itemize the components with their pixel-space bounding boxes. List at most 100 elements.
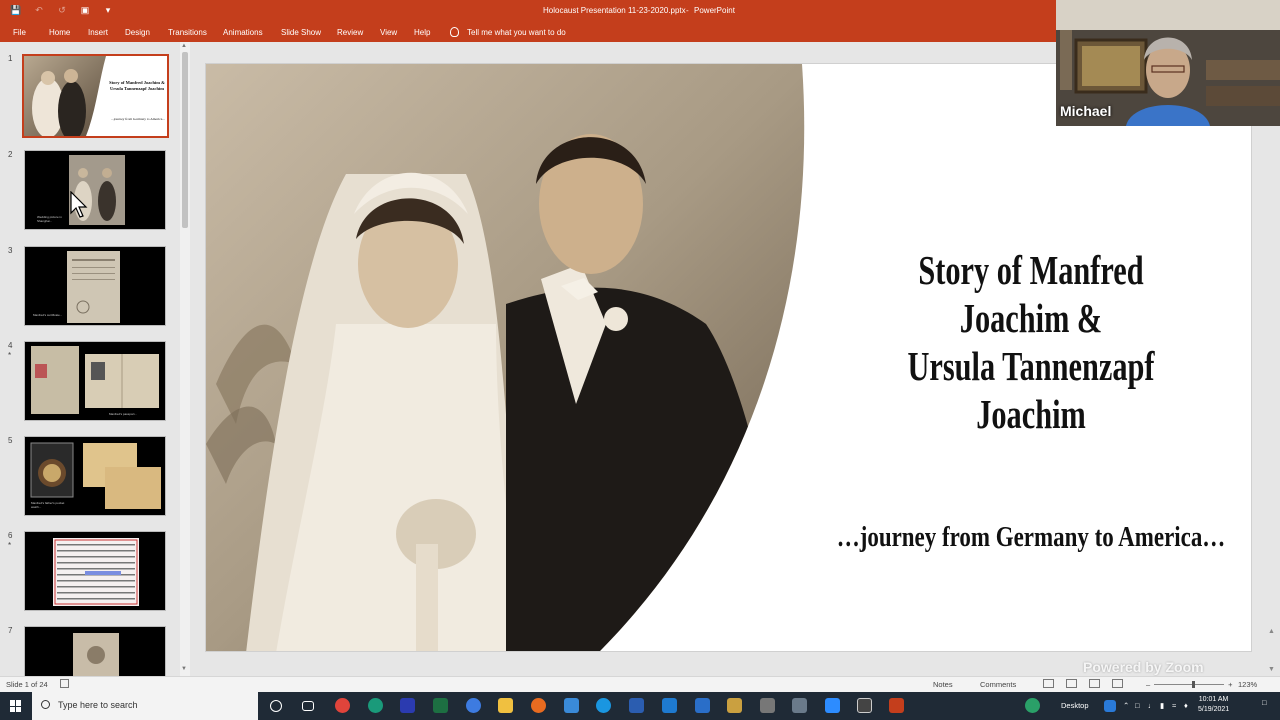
edit-scroll-up-icon[interactable]: ▲ xyxy=(1268,628,1275,635)
undo-icon[interactable]: ↶ xyxy=(33,4,45,16)
tab-review[interactable]: Review xyxy=(337,28,363,37)
reading-view-icon[interactable] xyxy=(1089,679,1100,688)
tab-help[interactable]: Help xyxy=(414,28,430,37)
thumbnail-slide-3[interactable]: Manfred's certificate... xyxy=(24,246,166,326)
slide-number: 3 xyxy=(8,246,13,255)
cortana-icon[interactable] xyxy=(270,700,282,712)
store-icon[interactable] xyxy=(662,698,677,713)
tab-transitions[interactable]: Transitions xyxy=(168,28,207,37)
windows-start-icon[interactable] xyxy=(10,700,22,712)
screenshot-icon[interactable] xyxy=(792,698,807,713)
word-icon[interactable] xyxy=(596,698,611,713)
animation-star-icon: * xyxy=(8,351,12,360)
tab-file[interactable]: File xyxy=(13,28,26,37)
tab-home[interactable]: Home xyxy=(49,28,70,37)
customize-qat-icon[interactable]: ▾ xyxy=(102,4,114,16)
tab-insert[interactable]: Insert xyxy=(88,28,108,37)
wifi-icon[interactable]: ≈ xyxy=(1172,701,1176,710)
zoom-slider-control[interactable]: – + xyxy=(1146,680,1233,689)
clock-date: 5/19/2021 xyxy=(1198,706,1230,713)
quick-access-toolbar: 💾 ↶ ↺ ▣ ▾ xyxy=(10,4,114,16)
scrollbar-thumb[interactable] xyxy=(182,52,188,228)
zoom-icon[interactable] xyxy=(825,698,840,713)
thumbnail-5-caption: Manfred's father's pocket watch... xyxy=(31,501,65,509)
snipping-tool-icon[interactable] xyxy=(857,698,872,713)
thumbnail-2-caption: Wedding picture in Shanghai... xyxy=(37,215,62,223)
tab-view[interactable]: View xyxy=(380,28,397,37)
thumbnail-slide-7[interactable] xyxy=(24,626,166,676)
thumbnail-slide-6[interactable] xyxy=(24,531,166,611)
thumbnail-7-art xyxy=(25,627,165,676)
excel-icon[interactable] xyxy=(433,698,448,713)
edge-icon[interactable] xyxy=(368,698,383,713)
normal-view-icon[interactable] xyxy=(1043,679,1054,688)
current-slide[interactable]: Story of Manfred Joachim & Ursula Tannen… xyxy=(205,63,1252,652)
slide-number: 2 xyxy=(8,150,13,159)
thumbnail-slide-1[interactable]: Story of Manfred Joachim & Ursula Tannen… xyxy=(22,54,169,138)
file-explorer-icon[interactable] xyxy=(498,698,513,713)
save-icon[interactable]: 💾 xyxy=(10,4,22,16)
clock-time: 10:01 AM xyxy=(1198,696,1229,703)
zoom-video-tile[interactable]: Michael xyxy=(1056,0,1280,126)
thumbnail-1-subtitle: ...journey from Germany to America... xyxy=(111,117,165,121)
tell-me-box[interactable]: Tell me what you want to do xyxy=(450,27,566,37)
system-clock[interactable]: 10:01 AM 5/19/2021 xyxy=(1198,695,1229,715)
thumbnail-6-art xyxy=(25,532,165,610)
zoom-out-icon[interactable]: – xyxy=(1146,680,1150,689)
slide-subtitle[interactable]: …journey from Germany to America… xyxy=(830,522,1232,554)
teams-icon[interactable] xyxy=(400,698,415,713)
tray-chevron-icon[interactable]: ⌃ xyxy=(1123,701,1129,710)
slide-number: 7 xyxy=(8,626,13,635)
animation-star-icon: * xyxy=(8,541,12,550)
scroll-up-icon[interactable]: ▲ xyxy=(181,43,187,49)
slide-title[interactable]: Story of Manfred Joachim & Ursula Tannen… xyxy=(879,246,1182,438)
thumbnail-scrollbar[interactable]: ▲ ▼ xyxy=(180,42,190,676)
title-separator: - xyxy=(686,6,689,15)
lightbulb-icon xyxy=(450,27,459,37)
activity-monitor-icon[interactable] xyxy=(1025,698,1040,713)
desktop-toolbar-label[interactable]: Desktop xyxy=(1061,701,1089,710)
comments-button[interactable]: Comments xyxy=(980,680,1016,689)
tab-slide-show[interactable]: Slide Show xyxy=(281,28,321,37)
camera-icon[interactable] xyxy=(727,698,742,713)
slide-count: Slide 1 of 24 xyxy=(6,680,48,689)
notification-icon[interactable]: □ xyxy=(1262,698,1267,707)
slide-sorter-icon[interactable] xyxy=(1066,679,1077,688)
mail-icon[interactable] xyxy=(629,698,644,713)
thumbnail-slide-4[interactable]: Manfred's passport... xyxy=(24,341,166,421)
redo-icon[interactable]: ↺ xyxy=(56,4,68,16)
battery-icon[interactable]: ▮ xyxy=(1160,701,1164,710)
notes-button[interactable]: Notes xyxy=(933,680,953,689)
tell-me-text: Tell me what you want to do xyxy=(467,27,566,37)
zoom-slider[interactable] xyxy=(1154,681,1225,688)
start-from-beginning-icon[interactable]: ▣ xyxy=(79,4,91,16)
tab-design[interactable]: Design xyxy=(125,28,150,37)
zoom-slider-thumb[interactable] xyxy=(1192,681,1196,688)
app-l-icon[interactable] xyxy=(1104,700,1116,712)
powerpoint-window: 💾 ↶ ↺ ▣ ▾ Holocaust Presentation 11-23-2… xyxy=(0,0,1280,720)
firefox-icon[interactable] xyxy=(531,698,546,713)
taskbar-search-box[interactable]: Type here to search xyxy=(32,692,258,720)
chrome-icon[interactable] xyxy=(335,698,350,713)
snip-icon[interactable] xyxy=(760,698,775,713)
slideshow-icon[interactable] xyxy=(1112,679,1123,688)
thumbnail-slide-5[interactable]: Manfred's father's pocket watch... xyxy=(24,436,166,516)
thumbnail-slide-2[interactable]: Wedding picture in Shanghai... xyxy=(24,150,166,230)
skype-icon[interactable] xyxy=(564,698,579,713)
zoom-level[interactable]: 123% xyxy=(1238,680,1257,689)
slide-title-line-1: Story of Manfred Joachim & xyxy=(918,247,1144,341)
zoom-in-icon[interactable]: + xyxy=(1228,680,1232,689)
network-icon[interactable]: □ xyxy=(1135,701,1140,710)
windows-taskbar: Type here to search Desktop ⌃ □ ♩ ▮ ≈ ♦ … xyxy=(0,692,1280,720)
tab-animations[interactable]: Animations xyxy=(223,28,263,37)
scroll-down-icon[interactable]: ▼ xyxy=(181,666,187,672)
thumbnail-4-caption: Manfred's passport... xyxy=(109,412,137,416)
volume-icon[interactable]: ♩ xyxy=(1148,701,1156,710)
language-icon[interactable]: ♦ xyxy=(1184,701,1188,710)
powerpoint-icon[interactable] xyxy=(889,698,904,713)
spellcheck-icon[interactable] xyxy=(60,679,69,688)
vpn-icon[interactable] xyxy=(466,698,481,713)
task-view-icon[interactable] xyxy=(302,701,314,711)
edit-scroll-down-icon[interactable]: ▼ xyxy=(1268,666,1275,673)
usb-icon[interactable] xyxy=(695,698,710,713)
